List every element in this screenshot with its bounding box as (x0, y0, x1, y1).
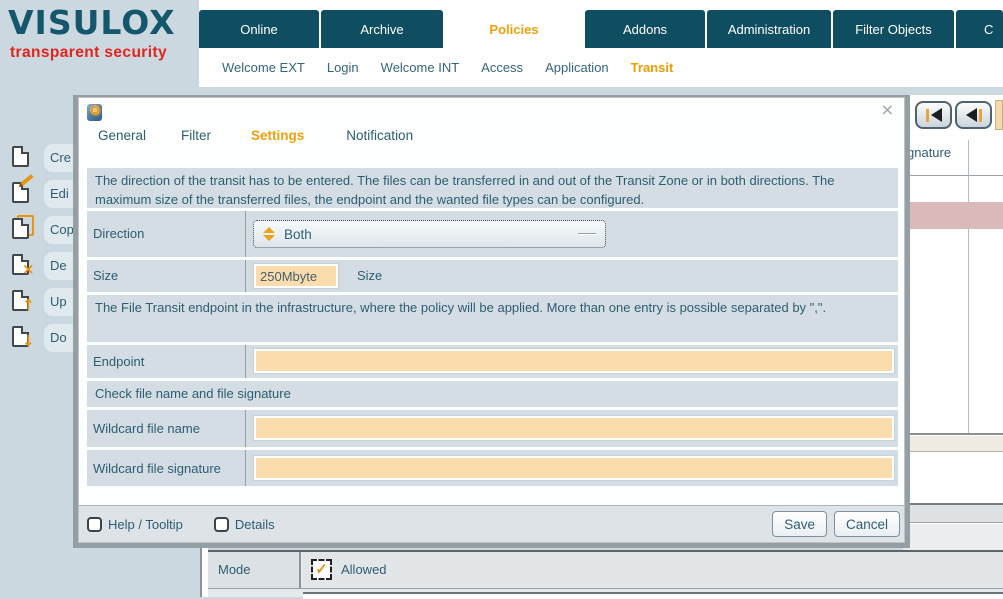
pager-first-button[interactable] (915, 101, 952, 129)
wildcard-name-label: Wildcard file name (93, 421, 200, 436)
pager-page-box[interactable] (995, 100, 1003, 130)
tab-online[interactable]: Online (199, 10, 319, 48)
details-checkbox[interactable] (214, 517, 229, 532)
mode-row-border (208, 588, 1003, 589)
subnav-welcome-int[interactable]: Welcome INT (381, 60, 460, 75)
direction-row: Direction Both (87, 211, 898, 257)
dialog-tab-filter[interactable]: Filter (181, 128, 211, 143)
help-tooltip-checkbox[interactable] (87, 517, 102, 532)
table-header-border (903, 175, 1003, 176)
mode-label: Mode (218, 562, 251, 577)
subnav-welcome-ext[interactable]: Welcome EXT (222, 60, 305, 75)
direction-description: The direction of the transit has to be e… (87, 168, 898, 208)
left-arrow-icon (931, 108, 942, 122)
pager-previous-button[interactable] (955, 101, 992, 129)
subnav-application[interactable]: Application (545, 60, 609, 75)
subnav-login[interactable]: Login (327, 60, 359, 75)
subnav-access[interactable]: Access (481, 60, 523, 75)
endpoint-input[interactable] (253, 348, 895, 374)
mode-value-label: Allowed (341, 562, 387, 577)
upload-arrow-icon: ↑ (22, 298, 35, 313)
field-divider (245, 345, 246, 378)
size-suffix-label: Size (357, 268, 382, 283)
endpoint-description: The File Transit endpoint in the infrast… (87, 295, 898, 342)
logo-panel: VISULOX transparent security (0, 0, 199, 87)
direction-selected-value: Both (284, 227, 312, 242)
download-arrow-icon: ↓ (22, 334, 35, 349)
mode-allowed-checkbox[interactable]: ✓ (311, 559, 332, 580)
dialog-tab-notification[interactable]: Notification (346, 128, 413, 143)
brand-tagline: transparent security (10, 44, 167, 62)
combo-handle-icon (578, 233, 596, 235)
direction-select[interactable]: Both (253, 220, 606, 248)
wildcard-name-row: Wildcard file name (87, 410, 898, 447)
table-row-highlighted[interactable] (903, 202, 1003, 229)
direction-label: Direction (93, 226, 144, 241)
left-arrow-icon (966, 108, 977, 122)
panel-lower-band (903, 524, 1003, 550)
tab-administration[interactable]: Administration (707, 10, 831, 48)
wildcard-name-input[interactable] (253, 415, 895, 441)
size-row: Size Size (87, 260, 898, 292)
panel-divider-band (903, 503, 1003, 523)
endpoint-label: Endpoint (93, 354, 144, 369)
size-label: Size (93, 268, 118, 283)
content-panel-left-edge (200, 548, 208, 597)
next-row-edge (303, 592, 1003, 599)
transit-policy-dialog-frame: × General Filter Settings Notification T… (73, 95, 910, 548)
check-note: Check file name and file signature (87, 381, 898, 407)
header: Online Archive Policies Addons Administr… (199, 0, 1003, 87)
field-divider (245, 211, 246, 257)
wildcard-signature-input[interactable] (253, 455, 895, 481)
create-document-icon (12, 146, 29, 167)
details-label: Details (235, 517, 275, 532)
mode-label-cell: Mode (208, 552, 301, 588)
endpoint-row: Endpoint (87, 345, 898, 378)
dialog-tab-settings[interactable]: Settings (251, 128, 304, 143)
table-footer-band (903, 436, 1003, 452)
wildcard-signature-row: Wildcard file signature (87, 450, 898, 486)
policies-sub-nav: Welcome EXT Login Welcome INT Access App… (199, 48, 1003, 87)
table-bottom-border (903, 433, 1003, 435)
brand-logo: VISULOX (8, 3, 176, 42)
cancel-button[interactable]: Cancel (834, 511, 900, 537)
tab-cut-off[interactable]: C (956, 10, 1003, 48)
policies-table-panel: gnature (903, 95, 1003, 550)
first-bar-icon (926, 109, 929, 122)
subnav-transit[interactable]: Transit (631, 60, 674, 75)
diamond-arrows-icon (263, 227, 275, 241)
close-icon[interactable]: × (881, 102, 894, 118)
table-column-divider (968, 140, 969, 434)
mode-form-row: Mode ✓ Allowed (208, 550, 1003, 597)
save-button[interactable]: Save (772, 511, 827, 537)
field-divider (245, 450, 246, 486)
tab-policies[interactable]: Policies (445, 10, 583, 48)
dialog-tabs: General Filter Settings Notification (98, 128, 413, 143)
help-tooltip-label: Help / Tooltip (108, 517, 183, 532)
tab-archive[interactable]: Archive (321, 10, 443, 48)
transit-policy-dialog: × General Filter Settings Notification T… (78, 97, 905, 543)
delete-x-icon: × (22, 262, 35, 277)
size-input[interactable] (253, 263, 339, 289)
signature-column-header: gnature (907, 145, 951, 160)
field-divider (245, 410, 246, 447)
copy-document-icon (12, 218, 29, 239)
wildcard-signature-label: Wildcard file signature (93, 461, 221, 476)
dialog-footer: Help / Tooltip Details Save Cancel (79, 505, 904, 542)
field-divider (245, 260, 246, 292)
tab-addons[interactable]: Addons (585, 10, 705, 48)
tab-filter-objects[interactable]: Filter Objects (833, 10, 954, 48)
mode-value-cell: ✓ Allowed (303, 552, 1003, 588)
dialog-app-icon (87, 104, 102, 121)
prev-bar-icon (979, 109, 982, 122)
dialog-tab-general[interactable]: General (98, 128, 146, 143)
